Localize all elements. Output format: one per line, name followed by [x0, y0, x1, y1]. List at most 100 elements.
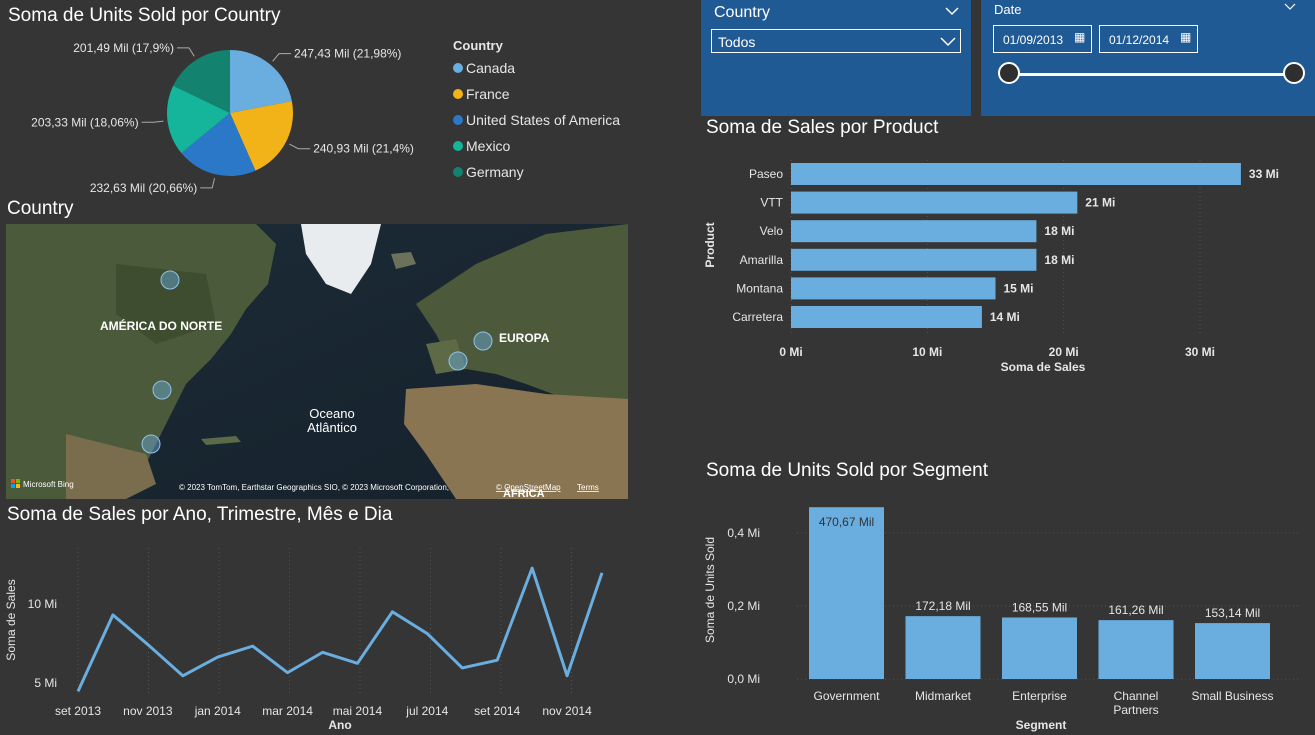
product-bar-vtt[interactable]: [791, 191, 1078, 214]
segment-category-label: Channel: [1114, 689, 1159, 703]
segment-category-label: Midmarket: [915, 689, 972, 703]
line-y-axis-label: Soma de Sales: [4, 579, 18, 660]
line-xtick-label: set 2013: [55, 704, 101, 718]
legend-item-canada[interactable]: Canada: [453, 55, 620, 81]
product-value-label: 33 Mi: [1249, 167, 1279, 181]
line-xtick-label: mai 2014: [333, 704, 383, 718]
pie-data-label: 240,93 Mil (21,4%): [313, 142, 414, 156]
product-category-label: VTT: [760, 196, 783, 210]
legend-label: United States of America: [466, 112, 621, 128]
segment-bar-channel-partners[interactable]: [1098, 620, 1174, 679]
line-x-axis-label: Ano: [328, 718, 351, 732]
product-value-label: 15 Mi: [1004, 281, 1034, 295]
product-bar-montana[interactable]: [791, 277, 996, 300]
product-value-label: 18 Mi: [1044, 253, 1074, 267]
line-xtick-label: jan 2014: [194, 704, 241, 718]
date-slider-end-handle[interactable]: [1283, 62, 1305, 84]
product-category-label: Montana: [736, 281, 783, 295]
pie-leader-line: [272, 53, 292, 62]
pie-legend-title: Country: [453, 38, 503, 53]
map-label-europe: EUROPA: [499, 331, 550, 345]
country-dropdown[interactable]: Todos: [711, 29, 961, 53]
segment-value-label: 470,67 Mil: [819, 515, 874, 529]
legend-label: Canada: [466, 60, 516, 76]
pie-leader-line: [141, 120, 164, 123]
map-bubble-canada[interactable]: [160, 270, 180, 290]
product-value-label: 14 Mi: [990, 310, 1020, 324]
segment-value-label: 172,18 Mil: [915, 599, 970, 613]
date-start-input[interactable]: 01/09/2013 ▦: [993, 25, 1092, 53]
pie-leader-line: [200, 178, 216, 189]
segment-category-label: Partners: [1113, 703, 1158, 717]
map-bubble-france[interactable]: [448, 351, 468, 371]
line-xtick-label: nov 2013: [123, 704, 173, 718]
map-osm-link[interactable]: © OpenStreetMap: [496, 483, 561, 492]
map-label-ocean-2: Atlântico: [307, 420, 357, 435]
product-value-label: 18 Mi: [1044, 224, 1074, 238]
legend-item-mexico[interactable]: Mexico: [453, 133, 620, 159]
country-slicer-title: Country: [714, 4, 771, 21]
calendar-icon[interactable]: ▦: [1074, 30, 1085, 44]
segment-category-label: Enterprise: [1012, 689, 1067, 703]
line-xtick-label: nov 2014: [542, 704, 592, 718]
line-chart[interactable]: set 2013 nov 2013 jan 2014 mar 2014 mai 2014…: [0, 530, 640, 735]
map-bubble-mexico[interactable]: [141, 434, 161, 454]
segment-bar-government[interactable]: [809, 507, 884, 679]
pie-data-label: 201,49 Mil (17,9%): [73, 41, 174, 55]
product-category-label: Amarilla: [740, 253, 784, 267]
line-ytick-10: 10 Mi: [28, 597, 57, 611]
segment-bar-enterprise[interactable]: [1002, 617, 1077, 679]
legend-item-united-states-of-america[interactable]: United States of America: [453, 107, 620, 133]
map-bubble-usa[interactable]: [152, 380, 172, 400]
date-slicer-title: Date: [994, 2, 1022, 17]
segment-ytick-label: 0,4 Mi: [727, 526, 760, 540]
segment-bar-midmarket[interactable]: [905, 616, 981, 679]
product-bar-amarilla[interactable]: [791, 248, 1037, 271]
map-title: Country: [7, 198, 74, 219]
legend-label: Mexico: [466, 138, 511, 154]
product-category-label: Velo: [760, 224, 784, 238]
pie-chart-title: Soma de Units Sold por Country: [8, 5, 281, 26]
segment-chart-title: Soma de Units Sold por Segment: [706, 460, 988, 481]
date-start-value: 01/09/2013: [1003, 33, 1064, 47]
product-value-label: 21 Mi: [1085, 196, 1115, 210]
calendar-icon[interactable]: ▦: [1180, 30, 1191, 44]
product-bar-paseo[interactable]: [791, 163, 1241, 185]
date-range-track: [1009, 73, 1296, 76]
legend-dot-icon: [453, 89, 463, 99]
pie-leader-line: [176, 47, 195, 57]
pie-chart[interactable]: 247,43 Mil (21,98%) 240,93 Mil (21,4%) 232…: [0, 30, 450, 200]
line-chart-title: Soma de Sales por Ano, Trimestre, Mês e …: [7, 504, 393, 525]
legend-item-germany[interactable]: Germany: [453, 159, 620, 185]
product-category-label: Carretera: [732, 310, 783, 324]
segment-bar-small-business[interactable]: [1195, 623, 1270, 679]
legend-item-france[interactable]: France: [453, 81, 620, 107]
segment-column-chart[interactable]: 0,0 Mi 0,2 Mi 0,4 Mi 470,67 Mil Government 1…: [700, 490, 1315, 735]
legend-dot-icon: [453, 115, 463, 125]
product-chart-title: Soma de Sales por Product: [706, 117, 939, 138]
line-xtick-label: mar 2014: [262, 704, 313, 718]
product-category-label: Paseo: [749, 167, 783, 181]
pie-data-label: 203,33 Mil (18,06%): [31, 115, 138, 129]
date-slider-start-handle[interactable]: [998, 62, 1020, 84]
pie-data-label: 247,43 Mil (21,98%): [294, 47, 401, 61]
segment-value-label: 153,14 Mil: [1205, 606, 1260, 620]
chevron-down-icon[interactable]: [945, 6, 959, 16]
map-bubble-germany[interactable]: [473, 331, 493, 351]
date-end-value: 01/12/2014: [1109, 33, 1170, 47]
product-bar-carretera[interactable]: [791, 306, 982, 328]
segment-category-label: Small Business: [1191, 689, 1273, 703]
map-terms-link[interactable]: Terms: [577, 483, 599, 492]
sales-line[interactable]: [76, 566, 604, 692]
legend-label: France: [466, 86, 510, 102]
chevron-down-icon[interactable]: [1284, 3, 1296, 11]
product-bar-chart[interactable]: 0 Mi 10 Mi 20 Mi 30 Mi Paseo 33 Mi VTT 21 Mi Ve…: [700, 145, 1315, 380]
product-xtick-label: 0 Mi: [779, 345, 802, 359]
product-bar-velo[interactable]: [791, 220, 1037, 243]
date-end-input[interactable]: 01/12/2014 ▦: [1099, 25, 1198, 53]
dropdown-chevron-icon: [940, 37, 956, 47]
segment-x-axis-label: Segment: [1016, 718, 1067, 732]
product-xtick-label: 30 Mi: [1185, 345, 1215, 359]
country-map[interactable]: AMÉRICA DO NORTE EUROPA Oceano Atlântico…: [6, 224, 628, 499]
legend-dot-icon: [453, 167, 463, 177]
